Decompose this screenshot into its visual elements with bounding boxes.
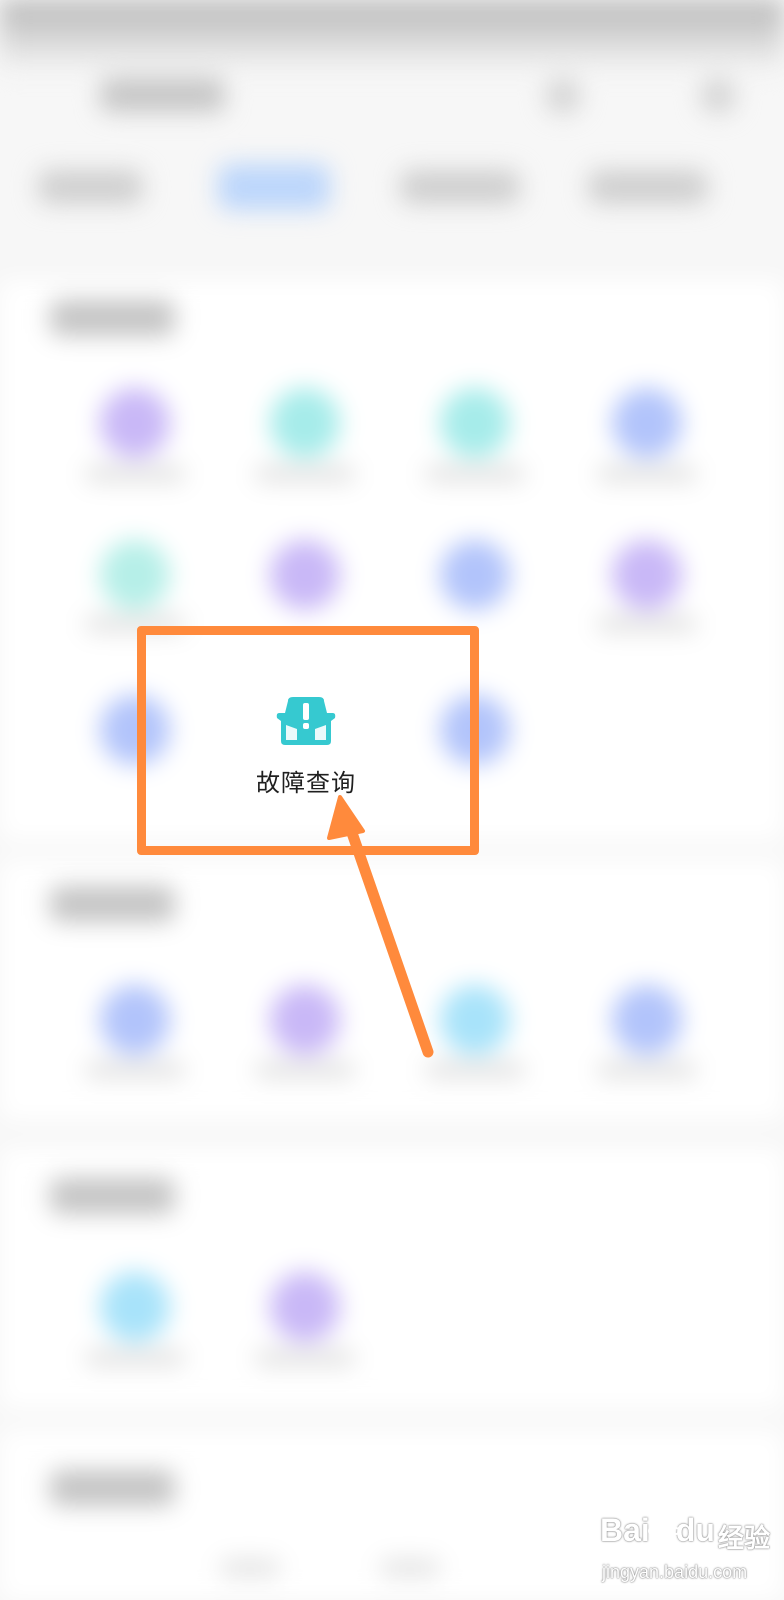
- service-tile[interactable]: [270, 985, 340, 1055]
- service-tile[interactable]: [612, 985, 682, 1055]
- tab-1[interactable]: [38, 170, 143, 204]
- header-icon-2[interactable]: [700, 78, 736, 114]
- service-tile[interactable]: [270, 540, 340, 610]
- tile-label: [85, 1062, 185, 1078]
- service-tile[interactable]: [440, 985, 510, 1055]
- page-title-placeholder: [100, 78, 225, 112]
- tab-4[interactable]: [588, 170, 708, 204]
- section-title-3: [50, 1178, 175, 1214]
- bottom-placeholder: [220, 1560, 280, 1576]
- status-bar: [0, 0, 784, 70]
- section-title-4: [50, 1470, 175, 1506]
- tab-3[interactable]: [400, 170, 520, 204]
- tile-label: [255, 1062, 355, 1078]
- service-tile[interactable]: [612, 540, 682, 610]
- service-tile[interactable]: [100, 388, 170, 458]
- tile-label: [425, 1062, 525, 1078]
- service-tile[interactable]: [440, 388, 510, 458]
- service-tile[interactable]: [100, 985, 170, 1055]
- tab-2-active[interactable]: [218, 164, 330, 210]
- tile-label: [425, 466, 525, 482]
- section-title-2: [50, 886, 175, 922]
- service-tile[interactable]: [100, 1272, 170, 1342]
- baidu-watermark: Bai du 经验 jingyan.baidu.com: [600, 1512, 776, 1592]
- tile-label: [85, 466, 185, 482]
- watermark-url: jingyan.baidu.com: [602, 1562, 748, 1582]
- highlight-box: [137, 626, 479, 855]
- service-tile[interactable]: [100, 540, 170, 610]
- service-tile[interactable]: [270, 388, 340, 458]
- tile-label: [255, 466, 355, 482]
- tile-label: [255, 1350, 355, 1366]
- service-tile[interactable]: [612, 388, 682, 458]
- brand-text: 经验: [718, 1524, 771, 1554]
- tile-label: [597, 1062, 697, 1078]
- paw-icon: [648, 1517, 680, 1544]
- service-tile[interactable]: [270, 1272, 340, 1342]
- tile-label: [85, 1350, 185, 1366]
- section-title-1: [50, 300, 175, 336]
- tile-label: [597, 616, 697, 632]
- header-icon-1[interactable]: [545, 78, 581, 114]
- bottom-placeholder: [380, 1560, 440, 1576]
- tile-label: [597, 466, 697, 482]
- service-tile[interactable]: [440, 540, 510, 610]
